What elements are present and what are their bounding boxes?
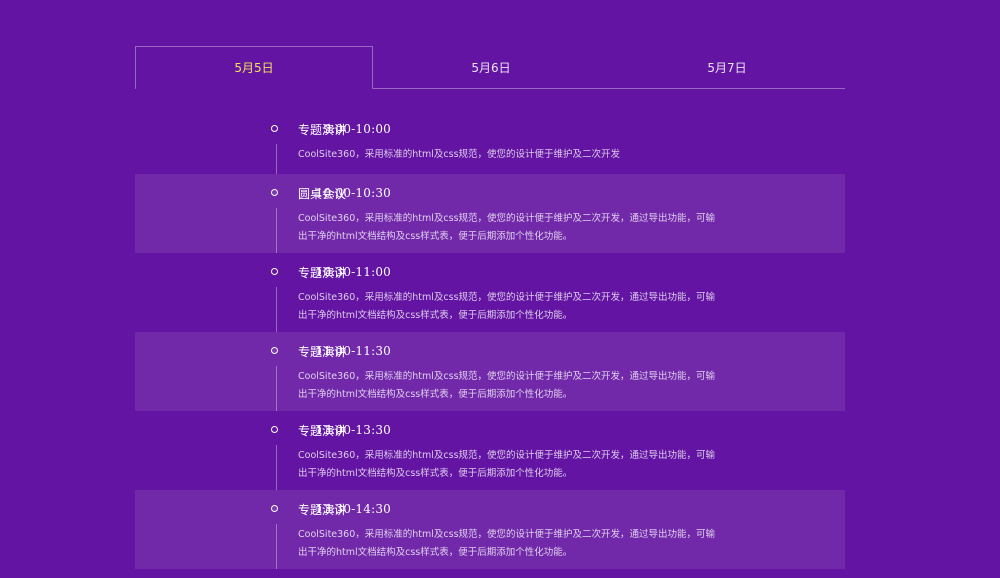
schedule-item: 10:30-11:00 专题演讲 CoolSite360，采用标准的html及c… (135, 253, 845, 332)
schedule-timeline: 9:00-10:00 专题演讲 CoolSite360，采用标准的html及cs… (135, 110, 845, 569)
timeline-dot-icon (271, 347, 278, 354)
timeline-dot-icon (271, 189, 278, 196)
timeline-line (276, 208, 277, 253)
timeline-line (276, 287, 277, 332)
session-title: 专题演讲 (298, 424, 347, 438)
timeline-dot-icon (271, 125, 278, 132)
schedule-item: 10:00-10:30 圆桌会议 CoolSite360，采用标准的html及c… (135, 174, 845, 253)
timeline-line (276, 366, 277, 411)
timeline-line (276, 144, 277, 174)
session-description: CoolSite360，采用标准的html及css规范，使您的设计便于维护及二次… (298, 450, 716, 479)
date-tabs: 5月5日 5月6日 5月7日 (135, 46, 845, 89)
tab-may-5[interactable]: 5月5日 (135, 46, 373, 89)
timeline-dot-icon (271, 505, 278, 512)
timeline-dot-icon (271, 426, 278, 433)
tab-may-7[interactable]: 5月7日 (609, 46, 845, 88)
timeline-line (276, 524, 277, 569)
session-title: 专题演讲 (298, 266, 347, 280)
session-description: CoolSite360，采用标准的html及css规范，使您的设计便于维护及二次… (298, 371, 716, 400)
session-description: CoolSite360，采用标准的html及css规范，使您的设计便于维护及二次… (298, 529, 716, 558)
timeline-dot-icon (271, 268, 278, 275)
session-title: 专题演讲 (298, 345, 347, 359)
session-title: 圆桌会议 (298, 187, 347, 201)
session-description: CoolSite360，采用标准的html及css规范，使您的设计便于维护及二次… (298, 149, 621, 160)
schedule-item: 13:00-13:30 专题演讲 CoolSite360，采用标准的html及c… (135, 411, 845, 490)
timeline-line (276, 445, 277, 490)
session-description: CoolSite360，采用标准的html及css规范，使您的设计便于维护及二次… (298, 213, 716, 242)
schedule-item: 13:30-14:30 专题演讲 CoolSite360，采用标准的html及c… (135, 490, 845, 569)
session-title: 专题演讲 (298, 503, 347, 517)
schedule-item: 11:00-11:30 专题演讲 CoolSite360，采用标准的html及c… (135, 332, 845, 411)
session-title: 专题演讲 (298, 123, 347, 137)
session-description: CoolSite360，采用标准的html及css规范，使您的设计便于维护及二次… (298, 292, 716, 321)
tab-may-6[interactable]: 5月6日 (373, 46, 609, 88)
schedule-item: 9:00-10:00 专题演讲 CoolSite360，采用标准的html及cs… (135, 110, 845, 174)
